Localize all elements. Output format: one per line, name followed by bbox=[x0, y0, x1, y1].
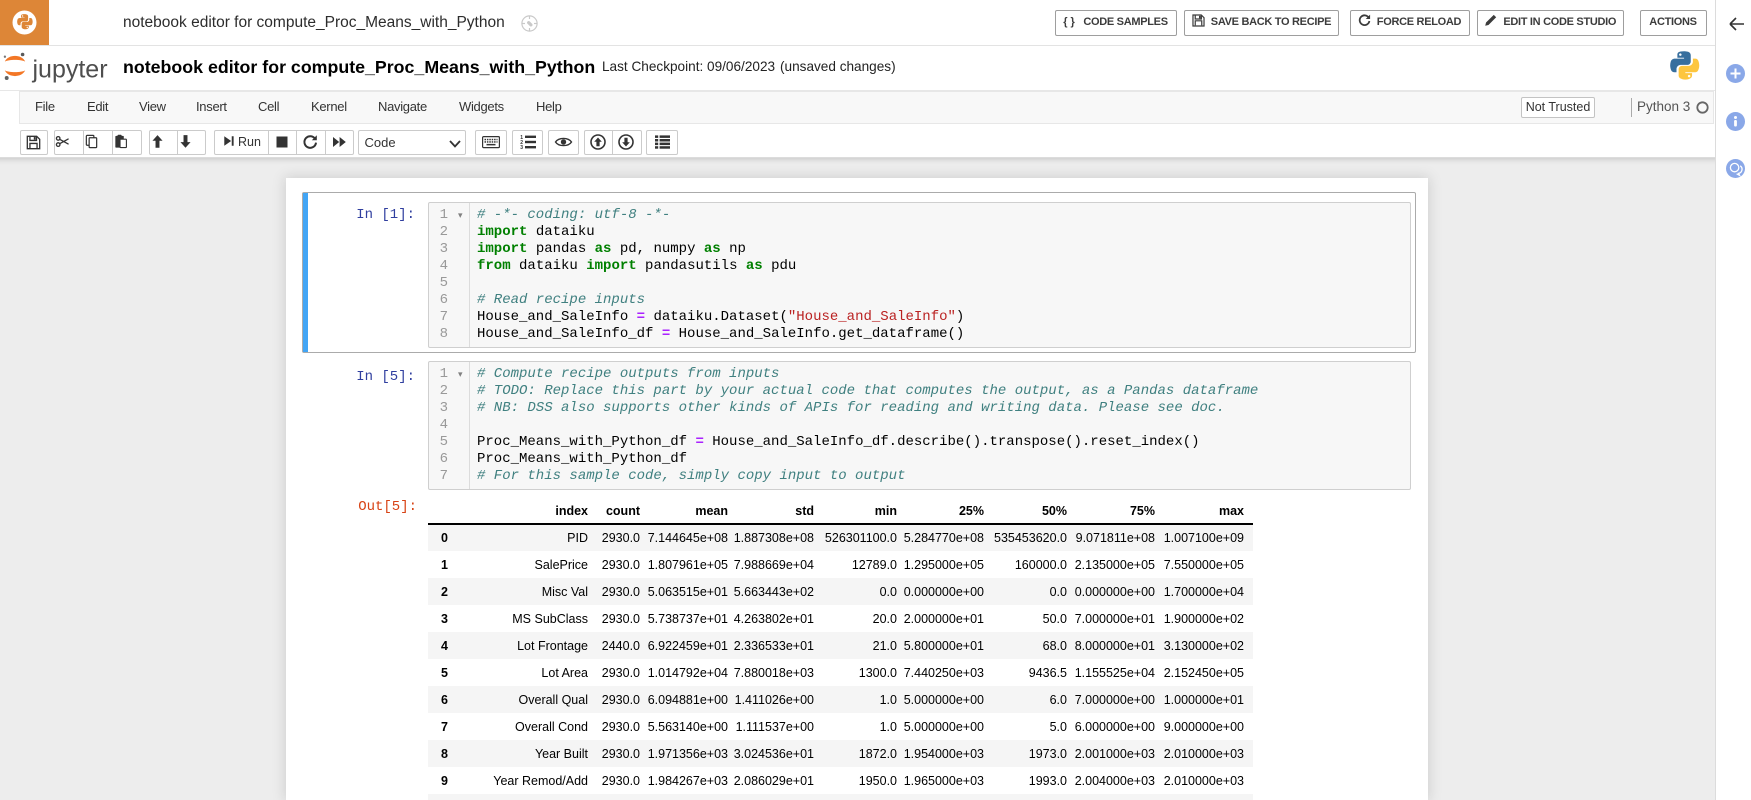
svg-text:jupyter: jupyter bbox=[32, 56, 108, 84]
svg-text:3: 3 bbox=[520, 145, 523, 150]
